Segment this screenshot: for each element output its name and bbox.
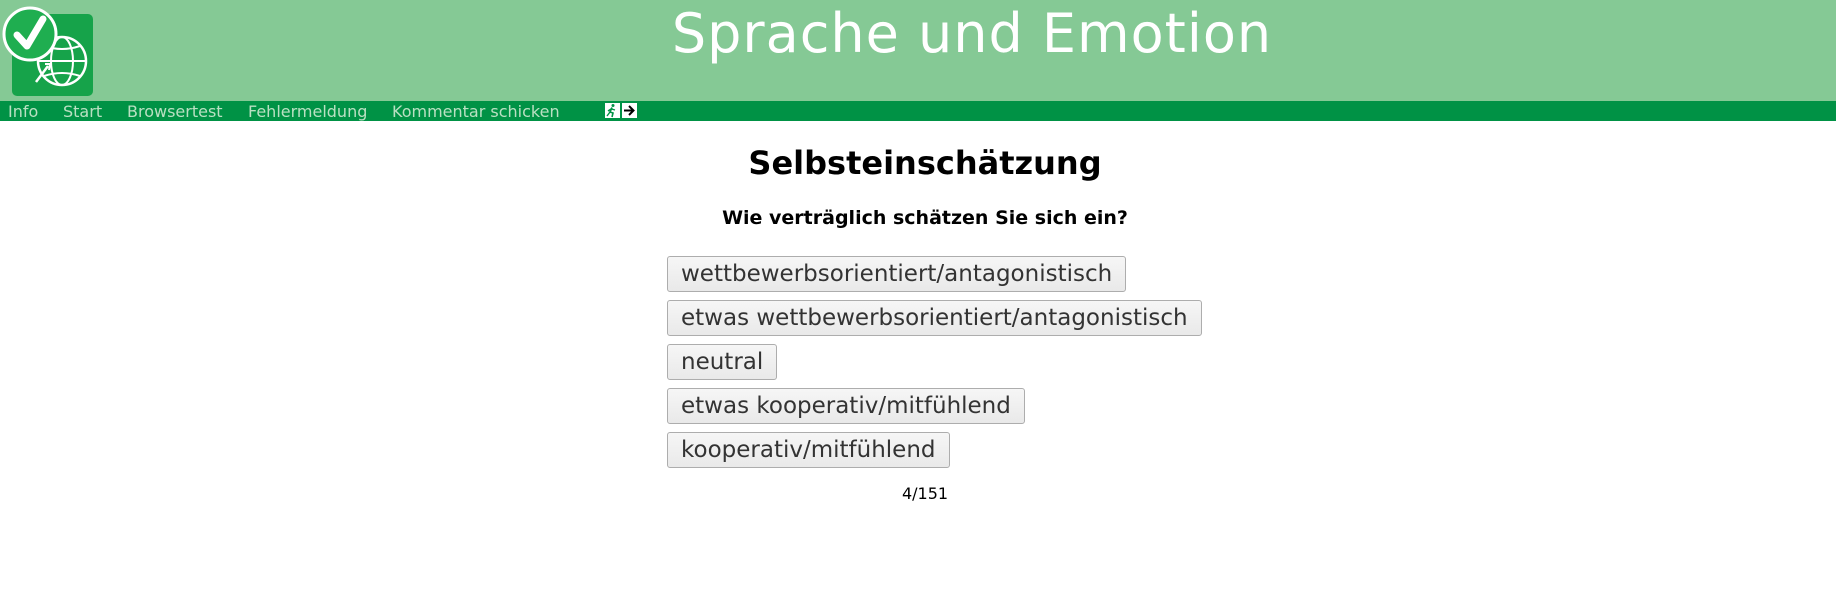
header: Sprache und Emotion (0, 0, 1836, 101)
option-button-kooperativ-mitfuehlend[interactable]: kooperativ/mitfühlend (667, 432, 950, 468)
nav-item-start[interactable]: Start (63, 103, 102, 121)
option-button-etwas-kooperativ-mitfuehlend[interactable]: etwas kooperativ/mitfühlend (667, 388, 1025, 424)
option-button-etwas-wettbewerbsorientiert-antagonistisch[interactable]: etwas wettbewerbsorientiert/antagonistis… (667, 300, 1202, 336)
nav-item-browsertest[interactable]: Browsertest (127, 103, 223, 121)
nav-item-info[interactable]: Info (8, 103, 38, 121)
page-title: Selbsteinschätzung (748, 144, 1102, 182)
app-title: Sprache und Emotion (671, 2, 1273, 65)
nav-icon-group (605, 103, 637, 119)
arrow-right-icon[interactable] (622, 103, 637, 118)
option-button-wettbewerbsorientiert-antagonistisch[interactable]: wettbewerbsorientiert/antagonistisch (667, 256, 1127, 292)
nav-item-fehlermeldung[interactable]: Fehlermeldung (248, 103, 367, 121)
emergency-exit-icon[interactable] (605, 103, 620, 118)
nav-item-kommentar-schicken[interactable]: Kommentar schicken (392, 103, 560, 121)
progress-counter: 4/151 (901, 484, 949, 503)
question-text: Wie verträglich schätzen Sie sich ein? (722, 207, 1128, 229)
nav-bar: Info Start Browsertest Fehlermeldung Kom… (0, 101, 1836, 121)
option-button-neutral[interactable]: neutral (667, 344, 778, 380)
